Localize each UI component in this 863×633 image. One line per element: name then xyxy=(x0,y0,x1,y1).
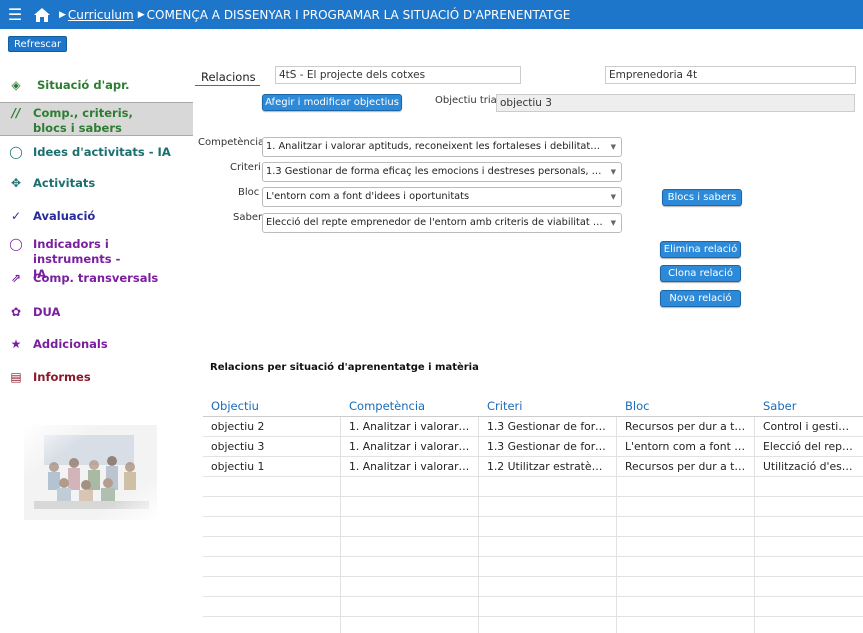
empty-row xyxy=(203,617,863,633)
sidebar-item-transversals[interactable]: ⇗ Comp. transversals xyxy=(0,267,193,300)
table-row[interactable]: objectiu 2 1. Analitzar i valorar aptitu… xyxy=(203,417,863,437)
sidebar: ◈ Situació d'apr. // Comp., criteris, bl… xyxy=(0,70,193,395)
criteri-select[interactable]: 1.3 Gestionar de forma eficaç les emocio… xyxy=(262,162,622,182)
competencia-select[interactable]: 1. Analitzar i valorar aptituds, reconei… xyxy=(262,137,622,157)
saber-label: Saber xyxy=(233,212,263,223)
dropdown-arrow-icon: ▼ xyxy=(610,143,616,151)
add-objectives-button[interactable]: Afegir i modificar objectius xyxy=(262,94,402,111)
column-header-bloc[interactable]: Bloc xyxy=(617,393,755,416)
checkmark-icon: ✓ xyxy=(10,209,22,223)
columns-icon: // xyxy=(11,106,21,120)
clone-relation-button[interactable]: Clona relació xyxy=(660,265,741,282)
main-panel: Relacions 4tS - El projecte dels cotxes … xyxy=(193,60,863,633)
sidebar-item-competencies[interactable]: // Comp., criteris, blocs i sabers xyxy=(0,102,193,136)
sidebar-item-situacio[interactable]: ◈ Situació d'apr. xyxy=(0,70,193,100)
table-row[interactable]: objectiu 1 1. Analitzar i valorar aptitu… xyxy=(203,457,863,477)
empty-row xyxy=(203,537,863,557)
new-relation-button[interactable]: Nova relació xyxy=(660,290,741,307)
breadcrumb: ▶ Curriculum ▶ COMENÇA A DISSENYAR I PRO… xyxy=(55,8,570,22)
sidebar-item-activitats[interactable]: ✥ Activitats xyxy=(0,168,193,201)
project-field[interactable]: 4tS - El projecte dels cotxes xyxy=(275,66,521,84)
relations-table-title: Relacions per situació d'aprenentatge i … xyxy=(210,362,479,373)
person-icon: ★ xyxy=(10,337,22,351)
sidebar-item-idees[interactable]: ◯ Idees d'activitats - IA xyxy=(0,136,193,168)
competencia-label: Competència xyxy=(198,137,265,148)
brain-icon: ✿ xyxy=(10,305,22,319)
column-header-saber[interactable]: Saber xyxy=(755,393,863,416)
column-header-objectiu[interactable]: Objectiu xyxy=(203,393,341,416)
table-header: Objectiu Competència Criteri Bloc Saber xyxy=(203,393,863,417)
empty-row xyxy=(203,517,863,537)
column-header-criteri[interactable]: Criteri xyxy=(479,393,617,416)
criteri-label: Criteri xyxy=(230,162,261,173)
empty-row xyxy=(203,497,863,517)
top-bar: ☰ ▶ Curriculum ▶ COMENÇA A DISSENYAR I P… xyxy=(0,0,863,29)
sidebar-item-informes[interactable]: ▤ Informes xyxy=(0,365,193,395)
sidebar-item-avaluacio[interactable]: ✓ Avaluació xyxy=(0,201,193,229)
breadcrumb-curriculum-link[interactable]: Curriculum xyxy=(68,8,134,22)
dropdown-arrow-icon: ▼ xyxy=(610,219,616,227)
bloc-label: Bloc xyxy=(238,187,260,198)
dropdown-arrow-icon: ▼ xyxy=(610,193,616,201)
external-link-icon: ⇗ xyxy=(10,271,22,285)
column-header-competencia[interactable]: Competència xyxy=(341,393,479,416)
subject-field[interactable]: Emprenedoria 4t xyxy=(605,66,856,84)
sidebar-item-indicadors[interactable]: ◯ Indicadors i instruments - IA xyxy=(0,229,193,281)
empty-row xyxy=(203,477,863,497)
empty-row xyxy=(203,557,863,577)
relations-table: Objectiu Competència Criteri Bloc Saber … xyxy=(203,393,863,633)
delete-relation-button[interactable]: Elimina relació xyxy=(660,241,741,258)
refresh-button[interactable]: Refrescar xyxy=(8,36,68,52)
empty-row xyxy=(203,577,863,597)
bloc-select[interactable]: L'entorn com a font d'idees i oportunita… xyxy=(262,187,622,207)
graduation-cap-icon: ◈ xyxy=(11,78,21,92)
table-row[interactable]: objectiu 3 1. Analitzar i valorar aptitu… xyxy=(203,437,863,457)
chat-bubble-icon: ◯ xyxy=(9,145,23,159)
objective-label: Objectiu triat xyxy=(435,95,501,106)
breadcrumb-current: COMENÇA A DISSENYAR I PROGRAMAR LA SITUA… xyxy=(146,7,571,22)
chat-bubble-icon: ◯ xyxy=(9,237,23,251)
objective-field[interactable]: objectiu 3 xyxy=(496,94,855,112)
home-icon[interactable] xyxy=(33,6,55,24)
chevron-right-icon: ▶ xyxy=(59,9,66,20)
sidebar-item-addicionals[interactable]: ★ Addicionals xyxy=(0,332,193,365)
tab-relacions[interactable]: Relacions xyxy=(195,67,260,86)
chevron-right-icon: ▶ xyxy=(137,9,145,20)
sidebar-item-dua[interactable]: ✿ DUA xyxy=(0,300,193,332)
arrows-icon: ✥ xyxy=(10,176,22,190)
hamburger-icon[interactable]: ☰ xyxy=(1,5,29,24)
dropdown-arrow-icon: ▼ xyxy=(610,168,616,176)
empty-row xyxy=(203,597,863,617)
report-icon: ▤ xyxy=(10,370,22,384)
saber-select[interactable]: Elecció del repte emprenedor de l'entorn… xyxy=(262,213,622,233)
blocs-sabers-button[interactable]: Blocs i sabers xyxy=(662,189,742,206)
students-photo xyxy=(24,425,157,520)
